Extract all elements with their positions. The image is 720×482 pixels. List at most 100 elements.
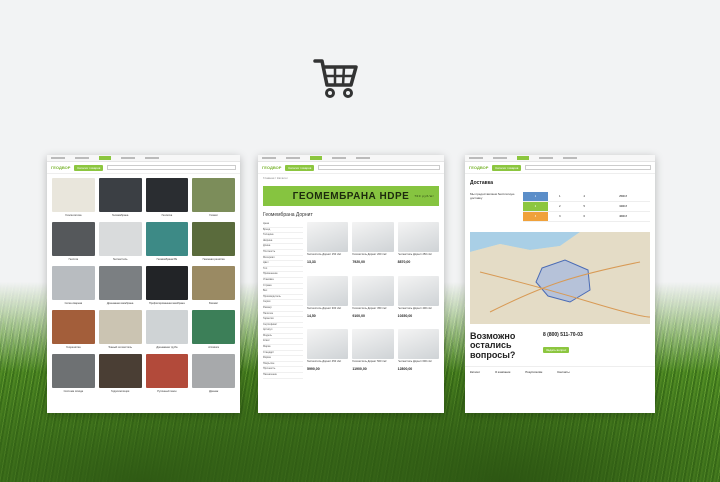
category-label: Геосота: [68, 258, 79, 261]
table-cell: 4600 ₽: [596, 211, 650, 222]
filter-item[interactable]: Назначение: [263, 373, 303, 379]
category-label: Геомат: [209, 214, 218, 217]
category-label: Система отвода: [63, 390, 84, 393]
category-tile[interactable]: Сетка сварная: [52, 266, 95, 307]
product-name: Геотекстиль Дорнит 600 г/м²: [397, 360, 432, 364]
table-cell: 3400 ₽: [596, 201, 650, 212]
catalog-button[interactable]: Каталог товаров: [74, 164, 104, 171]
category-tile[interactable]: Биомат: [192, 266, 235, 307]
product-image: [307, 222, 349, 252]
product-image: [397, 275, 439, 306]
search-input[interactable]: [525, 165, 651, 170]
delivery-map[interactable]: [470, 232, 650, 324]
product-image: [352, 275, 394, 306]
category-label: Геотекстиль: [112, 258, 128, 261]
table-cell: 2: [547, 201, 572, 212]
ask-question-button[interactable]: Задать вопрос: [543, 347, 570, 353]
category-label: Рулонный газон: [157, 390, 177, 393]
category-tile[interactable]: Armaturа: [192, 310, 235, 351]
search-input[interactable]: [107, 165, 236, 170]
product-card[interactable]: Геотекстиль Дорнит 350 г/м² 9100,00: [352, 275, 394, 326]
catalog-button[interactable]: Каталог товаров: [492, 164, 522, 171]
category-tile[interactable]: Дренаж: [192, 354, 235, 395]
product-name: Геотекстиль Дорнит 200 г/м²: [352, 253, 387, 256]
category-label: Armaturа: [208, 346, 219, 349]
footer-link[interactable]: Каталог: [470, 371, 480, 374]
promo-banner[interactable]: ГЕОМЕМБРАНА HDPE 700 руб/м²: [263, 186, 439, 206]
category-image: [145, 222, 189, 256]
category-grid: Геосинтетика Геомембрана Геосетка Геомат Гео…: [47, 174, 240, 399]
footer-link[interactable]: Контакты: [557, 371, 569, 374]
category-tile[interactable]: Геотекстиль: [98, 222, 142, 263]
category-tile[interactable]: Профилированная мембрана: [145, 266, 189, 307]
category-label: Геомембрана: [111, 214, 129, 217]
search-input[interactable]: [318, 165, 440, 170]
category-image: [52, 310, 95, 344]
product-name: Геотекстиль Дорнит 250 г/м²: [397, 253, 432, 256]
product-card[interactable]: Геотекстиль Дорнит 200 г/м² 7920,00: [352, 222, 394, 272]
logo[interactable]: ГЕОДВОР: [51, 165, 70, 170]
category-tile[interactable]: Рулонный газон: [145, 354, 189, 395]
top-bar: [465, 155, 655, 162]
category-tile[interactable]: Газонная решётка: [192, 222, 235, 263]
banner-subtitle: 700 руб/м²: [414, 194, 434, 198]
product-card[interactable]: Геотекстиль Дорнит 400 г/м² 10350,00: [397, 275, 439, 326]
footer-link[interactable]: Покупателям: [525, 371, 542, 374]
category-label: Геосинтетика: [65, 214, 82, 217]
category-tile[interactable]: Геомембрана PE: [145, 222, 189, 263]
category-label: Сетка сварная: [64, 302, 83, 305]
footer-link[interactable]: О компании: [495, 371, 510, 374]
top-bar: [47, 155, 240, 162]
table-cell: 2500 ₽: [596, 192, 650, 202]
category-tile[interactable]: Дренажная труба: [145, 310, 189, 351]
category-label: Геосетка: [161, 214, 173, 217]
catalog-button[interactable]: Каталог товаров: [285, 164, 315, 171]
product-card[interactable]: Геотекстиль Дорнит 450 г/м² 5990,00: [307, 329, 349, 379]
table-cell: 6: [572, 211, 597, 222]
category-label: Геомембрана PE: [156, 258, 178, 261]
site-header: ГЕОДВОР Каталог товаров: [258, 162, 444, 174]
table-row: 3 3 6 4600 ₽: [523, 211, 650, 222]
delivery-title: Доставка: [470, 180, 493, 186]
category-label: Георешётка: [66, 346, 81, 349]
category-tile[interactable]: Геомат: [192, 178, 235, 219]
category-image: [192, 266, 235, 300]
site-header: ГЕОДВОР Каталог товаров: [47, 162, 240, 174]
category-image: [52, 222, 95, 256]
product-card[interactable]: Геотекстиль Дорнит 600 г/м² 12800,00: [397, 329, 439, 379]
category-label: Дренажная труба: [156, 346, 178, 349]
category-tile[interactable]: Геосетка: [145, 178, 189, 219]
category-image: [98, 266, 142, 300]
breadcrumb[interactable]: Главная / Каталог: [258, 174, 444, 182]
category-image: [52, 354, 95, 388]
product-card[interactable]: Геотекстиль Дорнит 150 г/м² 13,33: [307, 222, 349, 272]
logo[interactable]: ГЕОДВОР: [469, 165, 488, 170]
category-image: [98, 178, 142, 212]
product-card[interactable]: Геотекстиль Дорнит 500 г/м² 11900,00: [352, 329, 394, 379]
phone-number[interactable]: 8 (800) 511-70-03: [543, 332, 583, 338]
screenshot-delivery: ГЕОДВОР Каталог товаров Доставка Мы пред…: [465, 155, 655, 413]
category-tile[interactable]: Дренажная мембрана: [98, 266, 142, 307]
category-tile[interactable]: Тканый геотекстиль: [98, 310, 142, 351]
category-tile[interactable]: Геомембрана: [98, 178, 142, 219]
category-label: Дренажная мембрана: [106, 302, 134, 305]
delivery-table: 1 1 4 2500 ₽2 2 5 3400 ₽3 3 6 4600 ₽: [523, 192, 650, 222]
map-graphic: [470, 232, 650, 324]
category-tile[interactable]: Система отвода: [52, 354, 95, 395]
banner-title: ГЕОМЕМБРАНА HDPE: [292, 190, 410, 202]
table-row: 1 1 4 2500 ₽: [523, 192, 650, 202]
category-tile[interactable]: Гидроизоляция: [98, 354, 142, 395]
category-tile[interactable]: Георешётка: [52, 310, 95, 351]
category-label: Дренаж: [208, 390, 219, 393]
category-image: [98, 222, 142, 256]
table-cell: 5: [572, 201, 597, 212]
product-price: 14,50: [307, 313, 316, 318]
table-cell: 4: [572, 192, 597, 202]
product-card[interactable]: Геотекстиль Дорнит 300 г/м² 14,50: [307, 275, 349, 326]
logo[interactable]: ГЕОДВОР: [262, 165, 281, 170]
category-tile[interactable]: Геосинтетика: [52, 178, 95, 219]
table-cell: 3: [523, 211, 548, 222]
product-card[interactable]: Геотекстиль Дорнит 250 г/м² 8870,00: [397, 222, 439, 272]
table-row: 2 2 5 3400 ₽: [523, 201, 650, 212]
category-tile[interactable]: Геосота: [52, 222, 95, 263]
